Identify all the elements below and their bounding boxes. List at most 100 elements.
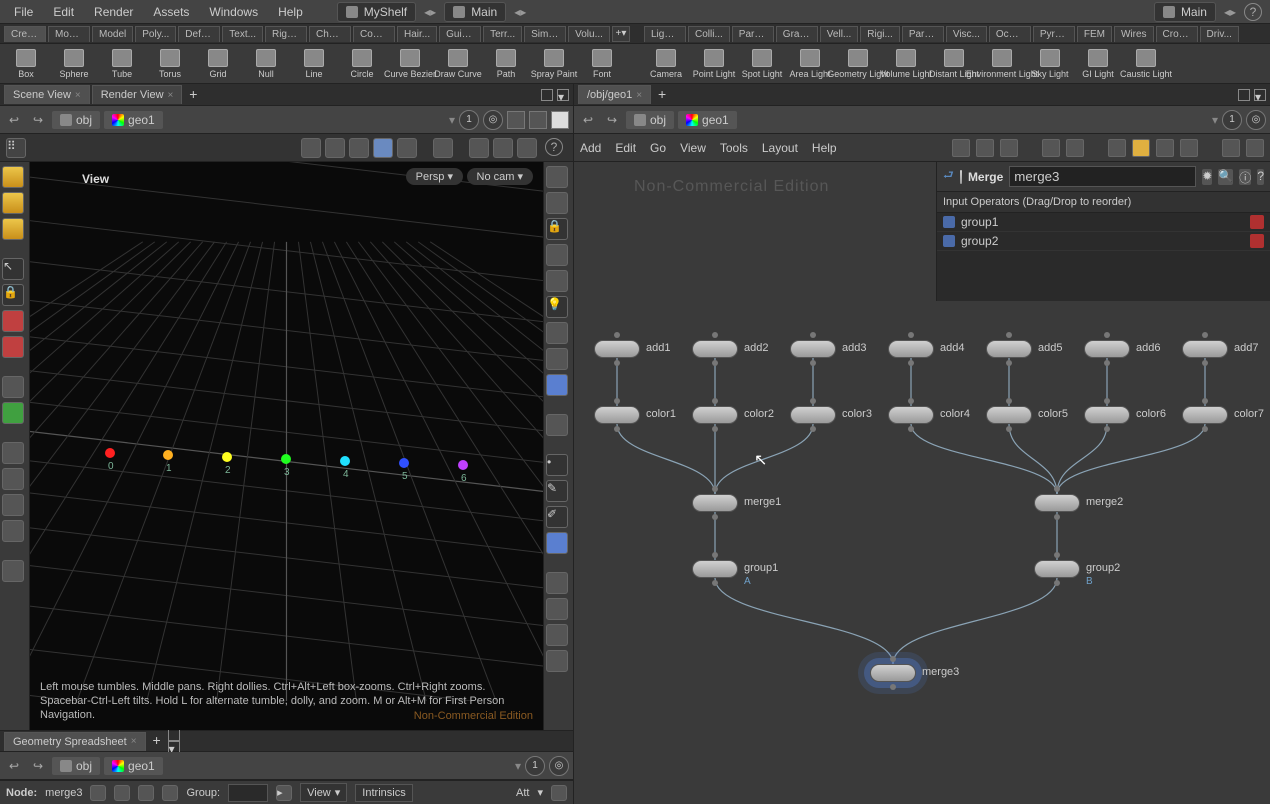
delete-icon[interactable]	[1250, 234, 1264, 248]
node[interactable]	[986, 406, 1032, 424]
vt-icon[interactable]	[517, 138, 537, 158]
shelf-add-icon[interactable]: +▾	[612, 26, 630, 42]
close-icon[interactable]: ×	[168, 90, 174, 101]
menu-help[interactable]: Help	[268, 1, 313, 23]
shelf-set-selector[interactable]: MyShelf	[337, 2, 416, 22]
pane-maximize-icon[interactable]	[1238, 89, 1250, 101]
gear-icon[interactable]	[551, 785, 567, 801]
shelf-tool[interactable]: Volume Light	[884, 49, 928, 79]
close-icon[interactable]: ×	[636, 90, 642, 101]
nav-fwd-icon[interactable]: ↪	[28, 110, 48, 130]
tool-icon[interactable]	[2, 310, 24, 332]
search-icon[interactable]: 🔍	[1218, 169, 1233, 185]
delete-icon[interactable]	[1250, 215, 1264, 229]
tool-icon[interactable]	[2, 560, 24, 582]
net-menu-item[interactable]: Help	[812, 141, 837, 155]
shelf-tool[interactable]: Sphere	[52, 49, 96, 79]
shelf-tool[interactable]: Geometry Light	[836, 49, 880, 79]
group-field[interactable]	[228, 784, 268, 802]
shelf-tab[interactable]: Guid...	[439, 26, 481, 42]
handle-icon[interactable]: ⠿	[6, 138, 26, 158]
snap-icon[interactable]	[2, 468, 24, 490]
point-marker[interactable]	[340, 456, 350, 466]
path-drop-icon[interactable]: ▾	[449, 113, 455, 127]
display-icon[interactable]: ✐	[546, 506, 568, 528]
shelf-tab[interactable]: Parti...	[732, 26, 774, 42]
display-icon[interactable]	[546, 414, 568, 436]
node[interactable]	[1034, 494, 1080, 512]
light-icon[interactable]: 💡	[546, 296, 568, 318]
vt-icon[interactable]	[301, 138, 321, 158]
shelf-tab[interactable]: Parti...	[902, 26, 944, 42]
add-tab-icon[interactable]: +	[148, 733, 166, 749]
display-icon[interactable]	[546, 270, 568, 292]
reorder-icon[interactable]	[943, 216, 955, 228]
pin-icon[interactable]: ◎	[549, 756, 569, 776]
pin-icon[interactable]: ◎	[483, 110, 503, 130]
desktop-selector[interactable]: Main	[444, 2, 506, 22]
shelf-tab[interactable]: Model	[92, 26, 133, 42]
node[interactable]	[692, 340, 738, 358]
nav-back-icon[interactable]: ↩	[578, 110, 598, 130]
display-icon[interactable]	[546, 624, 568, 646]
point-marker[interactable]	[163, 450, 173, 460]
net-menu-item[interactable]: Go	[650, 141, 666, 155]
vt-icon[interactable]	[349, 138, 369, 158]
point-marker[interactable]	[222, 452, 232, 462]
shelf-tool[interactable]: Font	[580, 49, 624, 79]
tool-icon[interactable]	[2, 192, 24, 214]
vt-icon[interactable]	[493, 138, 513, 158]
folder-icon[interactable]	[1180, 139, 1198, 157]
point-marker[interactable]	[458, 460, 468, 470]
display-icon[interactable]: ✎	[546, 480, 568, 502]
select-tool-icon[interactable]	[2, 166, 24, 188]
display-icon[interactable]: •	[546, 454, 568, 476]
sq-icon[interactable]	[507, 111, 525, 129]
shelf-tool[interactable]: Point Light	[692, 49, 736, 79]
tool-icon[interactable]	[2, 376, 24, 398]
display-icon[interactable]	[546, 348, 568, 370]
point-marker[interactable]	[399, 458, 409, 468]
shelf-tab[interactable]: Hair...	[397, 26, 437, 42]
note-icon[interactable]	[1132, 139, 1150, 157]
pane-menu-icon[interactable]: ▾	[1254, 89, 1266, 101]
shelf-tool[interactable]: Caustic Light	[1124, 49, 1168, 79]
shelf-tab[interactable]: Crowds	[1156, 26, 1198, 42]
nav-fwd-icon[interactable]: ↪	[602, 110, 622, 130]
arrow-tool-icon[interactable]: ↖	[2, 258, 24, 280]
menu-assets[interactable]: Assets	[143, 1, 199, 23]
shelf-tab[interactable]: Modify	[48, 26, 90, 42]
shelf-tool[interactable]: Environment Light	[980, 49, 1024, 79]
shelf-tool[interactable]: Line	[292, 49, 336, 79]
take-count[interactable]: 1	[1222, 110, 1242, 130]
node-name-field[interactable]	[1009, 166, 1196, 187]
menu-edit[interactable]: Edit	[43, 1, 84, 23]
class-icon[interactable]	[90, 785, 106, 801]
node[interactable]	[986, 340, 1032, 358]
list-icon[interactable]	[1000, 139, 1018, 157]
add-tab-icon[interactable]: +	[184, 87, 202, 103]
info-icon[interactable]: ⓘ	[1239, 169, 1251, 185]
close-icon[interactable]: ×	[75, 90, 81, 101]
wrench-icon[interactable]	[952, 139, 970, 157]
node[interactable]	[790, 406, 836, 424]
path-chip-obj[interactable]: obj	[626, 111, 674, 129]
tool-icon[interactable]	[2, 336, 24, 358]
node[interactable]	[1084, 340, 1130, 358]
node[interactable]	[888, 340, 934, 358]
point-marker[interactable]	[105, 448, 115, 458]
shelf-tab[interactable]: Grains	[776, 26, 818, 42]
nav-fwd-icon[interactable]: ↪	[28, 756, 48, 776]
shelf-tool[interactable]: Draw Curve	[436, 49, 480, 79]
display-icon[interactable]	[546, 374, 568, 396]
take-count[interactable]: 1	[459, 110, 479, 130]
tab-geometry-spreadsheet[interactable]: Geometry Spreadsheet ×	[4, 732, 146, 751]
path-drop-icon[interactable]: ▾	[1212, 113, 1218, 127]
camera-persp-pill[interactable]: Persp ▾	[406, 168, 463, 185]
lock-icon[interactable]: 🔒	[546, 218, 568, 240]
shelf-tab[interactable]: Volu...	[568, 26, 610, 42]
nav-back-icon[interactable]: ↩	[4, 110, 24, 130]
desktop-arrows-r[interactable]: ◂▸	[1220, 5, 1240, 19]
parm-input-row[interactable]: group2	[937, 232, 1270, 251]
intrinsics-dropdown[interactable]: Intrinsics	[355, 784, 412, 802]
